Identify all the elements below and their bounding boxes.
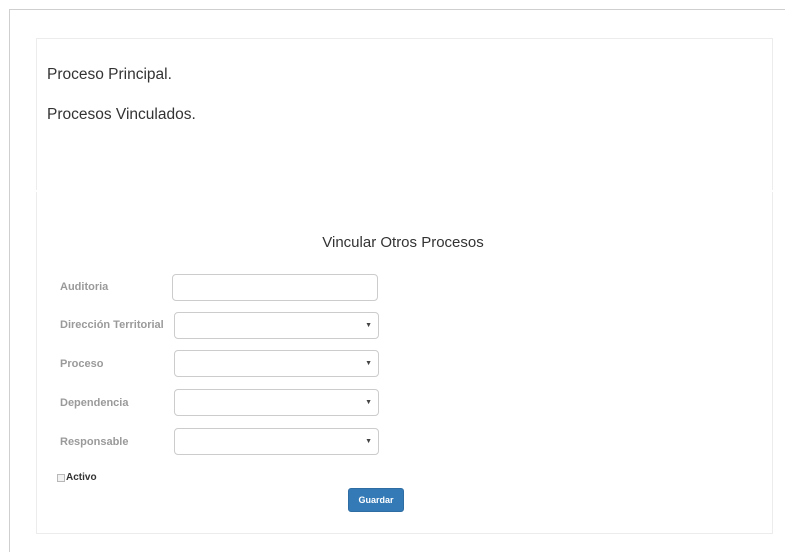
proceso-label: Proceso <box>60 358 104 370</box>
auditoria-label: Auditoria <box>60 281 109 293</box>
responsable-select[interactable]: ▼ <box>174 428 379 455</box>
dependencia-select[interactable]: ▼ <box>174 389 379 416</box>
main-process-heading: Proceso Principal. <box>47 66 172 83</box>
proceso-select[interactable]: ▼ <box>174 350 379 377</box>
dependencia-label: Dependencia <box>60 397 129 409</box>
activo-label: Activo <box>66 472 97 483</box>
auditoria-input[interactable] <box>172 274 378 301</box>
activo-checkbox-row[interactable]: Activo <box>57 472 97 483</box>
form-title: Vincular Otros Procesos <box>322 234 484 251</box>
chevron-down-icon: ▼ <box>365 322 372 329</box>
chevron-down-icon: ▼ <box>365 399 372 406</box>
linked-processes-heading: Procesos Vinculados. <box>47 106 196 123</box>
chevron-down-icon: ▼ <box>365 360 372 367</box>
direccion-territorial-label: Dirección Territorial <box>60 319 164 331</box>
responsable-label: Responsable <box>60 436 129 448</box>
direccion-territorial-select[interactable]: ▼ <box>174 312 379 339</box>
chevron-down-icon: ▼ <box>365 438 372 445</box>
activo-checkbox[interactable] <box>57 473 65 482</box>
save-button[interactable]: Guardar <box>348 488 404 512</box>
